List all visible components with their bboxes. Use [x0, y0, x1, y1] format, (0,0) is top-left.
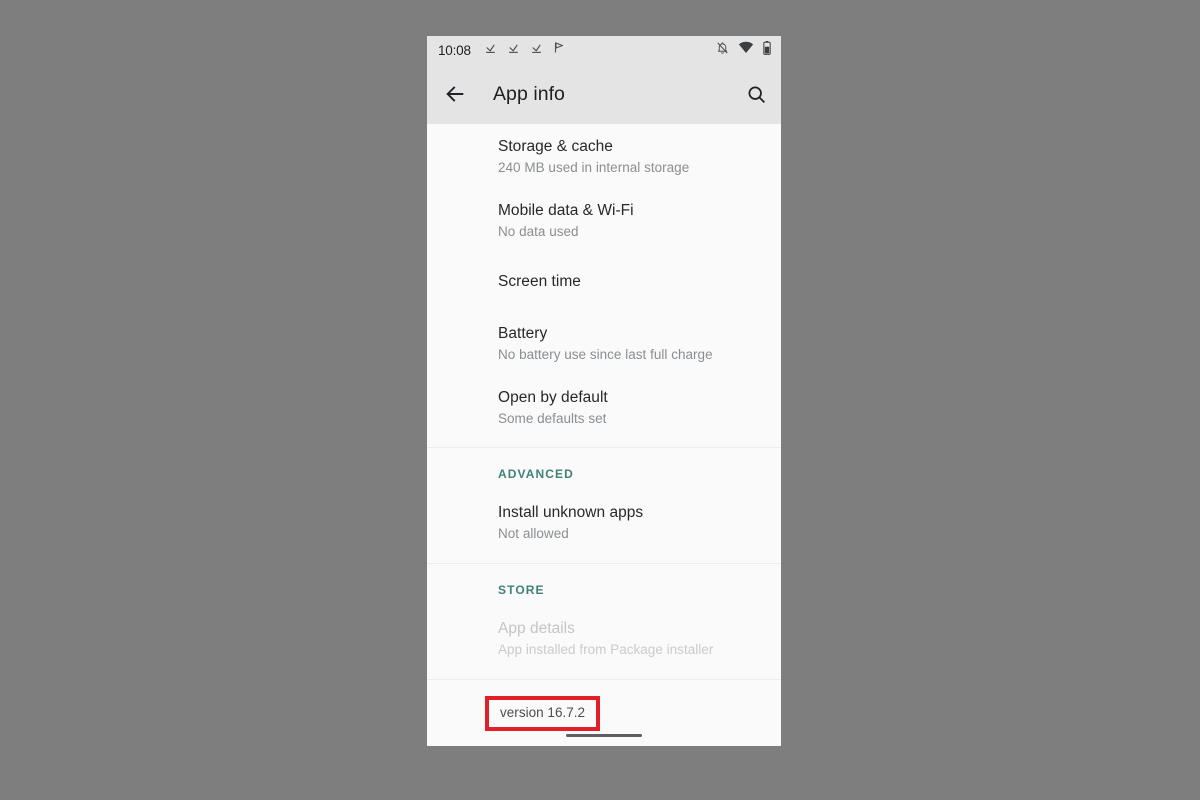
list-item-title: Install unknown apps: [498, 504, 644, 521]
list-item-install-unknown-apps[interactable]: Install unknown apps Not allowed: [427, 487, 781, 563]
search-icon[interactable]: [746, 84, 767, 105]
home-indicator-bar[interactable]: [566, 734, 642, 737]
version-highlight-box: version 16.7.2: [485, 696, 601, 731]
status-bar: 10:08: [427, 36, 781, 64]
list-item-subtitle: App installed from Package installer: [498, 642, 714, 657]
flag-outline-icon: [553, 41, 565, 59]
status-bar-left-icons: [484, 41, 565, 59]
list-item-title: Storage & cache: [498, 138, 613, 155]
battery-icon: [763, 40, 771, 60]
list-item-title: Screen time: [498, 273, 581, 290]
settings-section-advanced: ADVANCED Install unknown apps Not allowe…: [427, 447, 781, 563]
settings-list[interactable]: Storage & cache 240 MB used in internal …: [427, 124, 781, 746]
download-arrow-icon: [484, 41, 497, 59]
back-arrow-icon[interactable]: [444, 83, 466, 105]
list-item-open-by-default[interactable]: Open by default Some defaults set: [427, 375, 781, 447]
home-indicator-area: [427, 734, 781, 737]
download-arrow-icon: [507, 41, 520, 59]
status-bar-right-icons: [716, 40, 771, 60]
phone-screen: 10:08 App info Storage & cache 240 MB us…: [427, 36, 781, 746]
list-item-subtitle: Some defaults set: [498, 411, 607, 426]
list-item-title: Mobile data & Wi-Fi: [498, 202, 634, 219]
list-item-title: App details: [498, 620, 575, 637]
list-item-subtitle: 240 MB used in internal storage: [498, 160, 690, 175]
list-item-app-details: App details App installed from Package i…: [427, 603, 781, 679]
download-arrow-icon: [530, 41, 543, 59]
version-section: version 16.7.2: [427, 679, 781, 746]
list-item-title: Battery: [498, 325, 548, 342]
list-item-battery[interactable]: Battery No battery use since last full c…: [427, 311, 781, 375]
notifications-off-icon: [716, 41, 729, 60]
wifi-icon: [738, 41, 754, 59]
list-item-storage-and-cache[interactable]: Storage & cache 240 MB used in internal …: [427, 124, 781, 188]
app-bar: App info: [427, 64, 781, 124]
list-item-subtitle: Not allowed: [498, 526, 569, 541]
list-item-subtitle: No data used: [498, 224, 579, 239]
settings-section: Storage & cache 240 MB used in internal …: [427, 124, 781, 447]
list-item-screen-time[interactable]: Screen time: [427, 252, 781, 311]
list-item-title: Open by default: [498, 389, 608, 406]
list-item-subtitle: No battery use since last full charge: [498, 347, 713, 362]
version-label: version 16.7.2: [500, 705, 586, 720]
settings-section-store: STORE App details App installed from Pac…: [427, 563, 781, 679]
section-header-store: STORE: [498, 583, 545, 597]
list-item-mobile-data-and-wifi[interactable]: Mobile data & Wi-Fi No data used: [427, 188, 781, 252]
page-title: App info: [493, 82, 565, 105]
status-bar-clock: 10:08: [438, 42, 471, 58]
section-header-advanced: ADVANCED: [498, 467, 574, 481]
